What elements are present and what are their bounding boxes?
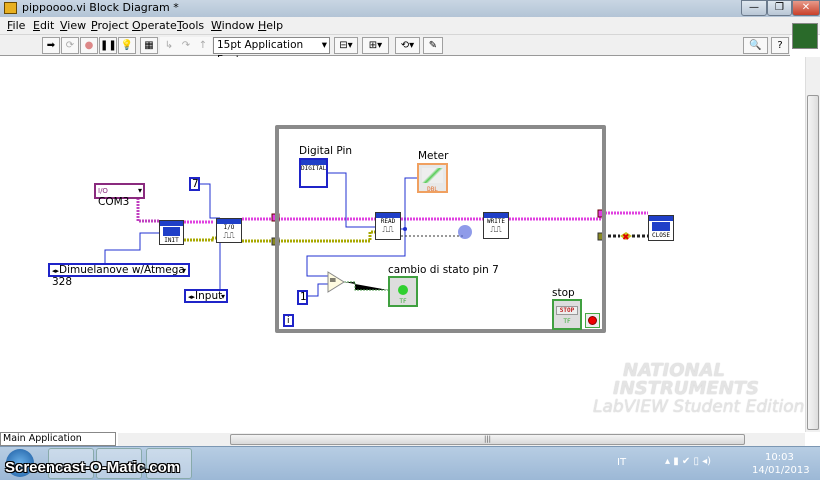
- board-type-enum[interactable]: ◂▸Dimuelanove w/Atmega 328 ▾: [48, 263, 190, 288]
- mode-value: Input: [195, 290, 223, 302]
- vertical-scrollbar[interactable]: [805, 57, 820, 432]
- digital-pin-label: Digital Pin: [299, 145, 353, 157]
- horizontal-scroll-thumb[interactable]: |||: [230, 434, 745, 445]
- digital-pin-control[interactable]: DIGITAL: [299, 158, 328, 188]
- tf-label: TF: [399, 298, 407, 305]
- visa-icon: I/O: [98, 187, 108, 195]
- tf-label: TF: [563, 318, 571, 325]
- stop-button-terminal[interactable]: STOP TF: [552, 299, 582, 330]
- compare-constant[interactable]: 1: [297, 290, 308, 305]
- digital-text: DIGITAL: [301, 165, 327, 172]
- tray-icons[interactable]: ▴ ▮ ✔ ▯ ◂): [665, 456, 711, 467]
- chevron-down-icon: ▾: [181, 266, 186, 275]
- stop-condition-icon[interactable]: [585, 313, 600, 328]
- watermark-line3: LabVIEW Student Edition: [593, 397, 805, 417]
- wire-error: [184, 236, 216, 242]
- read-label: READ: [380, 218, 396, 225]
- app-instance[interactable]: Main Application Instance: [0, 432, 116, 456]
- close-subvi[interactable]: CLOSE: [648, 215, 674, 241]
- write-label: WRITE: [486, 218, 506, 225]
- ni-watermark: NATIONAL INSTRUMENTS LabVIEW Student Edi…: [575, 362, 805, 417]
- led-icon: [398, 285, 408, 295]
- pin-constant[interactable]: 7: [189, 177, 200, 191]
- svg-text:✖: ✖: [622, 233, 630, 243]
- stop-text: STOP: [556, 306, 578, 315]
- screencast-brand: Screencast-O-Matic.com: [5, 459, 181, 476]
- write-subvi[interactable]: WRITE ⎍⎍: [483, 212, 509, 239]
- enum-arrows-icon: ◂▸: [52, 267, 60, 275]
- io-subvi[interactable]: I/O ⎍⎍: [216, 218, 242, 243]
- io-label: I/O: [223, 224, 235, 231]
- meter-gauge-icon: [422, 168, 443, 183]
- boolean-indicator[interactable]: TF: [388, 276, 418, 307]
- chevron-down-icon: ▾: [220, 292, 225, 301]
- close-label: CLOSE: [651, 232, 671, 239]
- init-subvi[interactable]: INIT: [159, 220, 184, 245]
- language-indicator[interactable]: IT: [617, 457, 626, 468]
- stop-label: stop: [552, 287, 575, 299]
- pin-mode-enum[interactable]: ◂▸Input ▾: [184, 289, 228, 303]
- chevron-down-icon: ▾: [137, 186, 142, 195]
- wire-visa: [136, 198, 159, 223]
- indicator-label: cambio di stato pin 7: [388, 264, 499, 276]
- read-subvi[interactable]: READ ⎍⎍: [375, 212, 401, 240]
- dbl-label: DBL: [427, 186, 438, 193]
- compare-symbol: =: [329, 276, 337, 286]
- taskbar: Screencast-O-Matic.com IT ▴ ▮ ✔ ▯ ◂) 10:…: [0, 446, 820, 480]
- meter-indicator[interactable]: DBL: [417, 163, 448, 193]
- iteration-terminal: i: [283, 314, 294, 327]
- com-port-value: COM3: [98, 196, 130, 208]
- clock-time[interactable]: 10:03: [765, 452, 794, 463]
- init-label: INIT: [164, 237, 179, 244]
- meter-label: Meter: [418, 150, 449, 162]
- watermark-line2: INSTRUMENTS: [613, 378, 759, 399]
- enum-arrows-icon: ◂▸: [188, 293, 196, 301]
- clock-date[interactable]: 14/01/2013: [752, 465, 810, 476]
- visa-resource-control[interactable]: I/O COM3 ▾: [94, 183, 145, 208]
